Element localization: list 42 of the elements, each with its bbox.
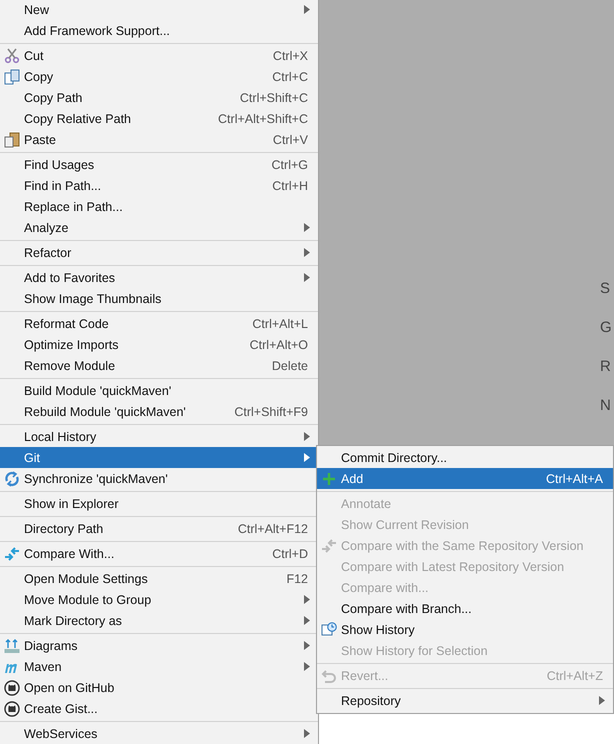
menu-item[interactable]: Compare with Branch...	[317, 598, 613, 619]
menu-item[interactable]: Show History	[317, 619, 613, 640]
menu-item[interactable]: Copy Ctrl+C	[0, 66, 318, 87]
menu-item[interactable]: Local History	[0, 426, 318, 447]
menu-item[interactable]: Open Module Settings F12	[0, 568, 318, 589]
menu-item[interactable]: Commit Directory...	[317, 447, 613, 468]
menu-item[interactable]: Mark Directory as	[0, 610, 318, 631]
menu-item[interactable]: Copy Relative Path Ctrl+Alt+Shift+C	[0, 108, 318, 129]
menu-item[interactable]: Move Module to Group	[0, 589, 318, 610]
menu-item[interactable]: Compare With... Ctrl+D	[0, 543, 318, 564]
menu-item[interactable]: Diagrams	[0, 635, 318, 656]
menu-item[interactable]: Show in Explorer	[0, 493, 318, 514]
menu-item[interactable]: Rebuild Module 'quickMaven' Ctrl+Shift+F9	[0, 401, 318, 422]
menu-item[interactable]: Synchronize 'quickMaven'	[0, 468, 318, 489]
panel-text: R	[600, 357, 612, 376]
menu-item[interactable]: Add Framework Support...	[0, 20, 318, 41]
panel-text: S	[600, 279, 612, 298]
menu-item[interactable]: WebServices	[0, 723, 318, 744]
menu-item[interactable]: Analyze	[0, 217, 318, 238]
menu-item[interactable]: Maven	[0, 656, 318, 677]
menu-item[interactable]: Directory Path Ctrl+Alt+F12	[0, 518, 318, 539]
menu-item[interactable]: Repository	[317, 690, 613, 711]
menu-item[interactable]: Git	[0, 447, 318, 468]
menu-item[interactable]: Show Image Thumbnails	[0, 288, 318, 309]
menu-item[interactable]: Open on GitHub	[0, 677, 318, 698]
menu-item[interactable]: Optimize Imports Ctrl+Alt+O	[0, 334, 318, 355]
menu-item[interactable]: Create Gist...	[0, 698, 318, 719]
menu-item[interactable]: Replace in Path...	[0, 196, 318, 217]
menu-item[interactable]: Build Module 'quickMaven'	[0, 380, 318, 401]
menu-item[interactable]: New	[0, 0, 318, 20]
menu-item[interactable]: Refactor	[0, 242, 318, 263]
menu-item[interactable]: Find in Path... Ctrl+H	[0, 175, 318, 196]
menu-item[interactable]: Add to Favorites	[0, 267, 318, 288]
menu-item[interactable]: Cut Ctrl+X	[0, 45, 318, 66]
menu-item[interactable]: Add Ctrl+Alt+A	[317, 468, 613, 489]
menu-item[interactable]: Find Usages Ctrl+G	[0, 154, 318, 175]
menu-item[interactable]: Paste Ctrl+V	[0, 129, 318, 150]
panel-text: N	[600, 396, 612, 415]
menu-item[interactable]: Copy Path Ctrl+Shift+C	[0, 87, 318, 108]
menu-item[interactable]: Reformat Code Ctrl+Alt+L	[0, 313, 318, 334]
menu-item[interactable]: Remove Module Delete	[0, 355, 318, 376]
panel-text: G	[600, 318, 613, 337]
